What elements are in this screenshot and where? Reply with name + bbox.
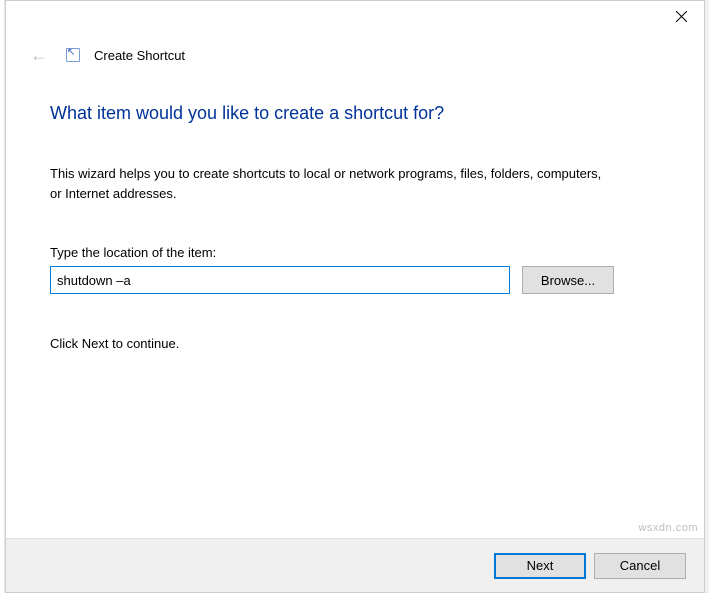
close-button[interactable]: [659, 1, 704, 31]
cancel-button[interactable]: Cancel: [594, 553, 686, 579]
browse-button[interactable]: Browse...: [522, 266, 614, 294]
location-row: Browse...: [50, 266, 664, 294]
create-shortcut-window: ← Create Shortcut What item would you li…: [5, 0, 705, 593]
page-heading: What item would you like to create a sho…: [50, 103, 664, 124]
location-label: Type the location of the item:: [50, 245, 664, 260]
close-icon: [676, 11, 687, 22]
back-arrow-icon: ←: [26, 42, 52, 68]
location-input[interactable]: [50, 266, 510, 294]
wizard-header: ← Create Shortcut: [6, 33, 704, 73]
shortcut-icon: [66, 48, 80, 62]
continue-hint: Click Next to continue.: [50, 336, 664, 351]
wizard-title: Create Shortcut: [94, 48, 185, 63]
intro-text: This wizard helps you to create shortcut…: [50, 164, 610, 203]
next-button[interactable]: Next: [494, 553, 586, 579]
watermark-text: wsxdn.com: [638, 522, 698, 534]
wizard-content: What item would you like to create a sho…: [6, 73, 704, 351]
titlebar: [6, 1, 704, 33]
wizard-footer: Next Cancel: [6, 538, 704, 592]
